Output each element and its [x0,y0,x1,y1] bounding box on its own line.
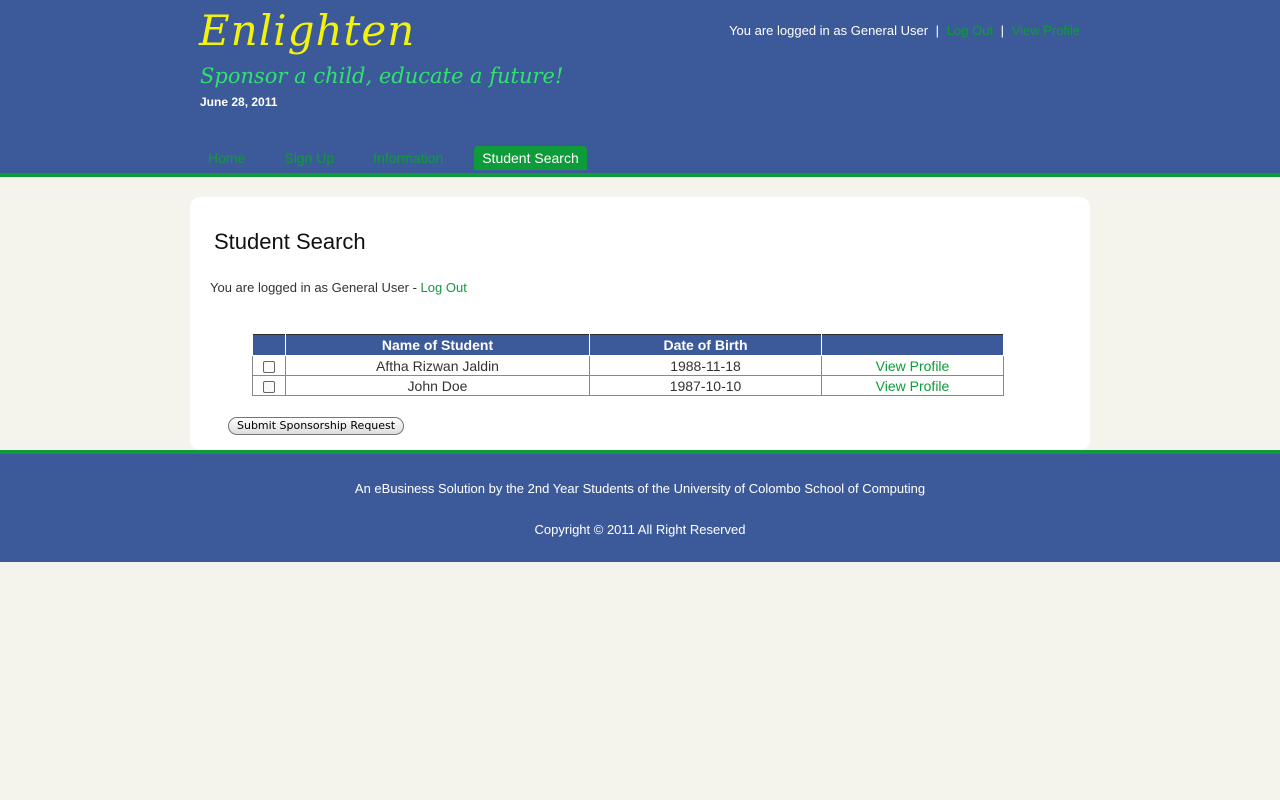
row-select-cell [252,355,286,376]
action-cell: View Profile [821,375,1004,396]
site-tagline: Sponsor a child, educate a future! [200,64,564,88]
student-name: John Doe [285,375,590,396]
nav-item-home[interactable]: Home [200,146,253,170]
submit-sponsorship-button[interactable]: Submit Sponsorship Request [228,417,405,435]
column-header-name: Name of Student [285,334,590,356]
site-logo[interactable]: Enlighten [199,6,415,55]
student-dob: 1988-11-18 [589,355,822,376]
login-status-text: You are logged in as General User - [210,280,421,295]
student-name: Aftha Rizwan Jaldin [285,355,590,376]
column-header-select [252,334,286,356]
student-dob: 1987-10-10 [589,375,822,396]
current-date: June 28, 2011 [200,95,278,109]
main-nav: Home Sign Up Information Student Search [200,146,610,170]
table-header-row: Name of Student Date of Birth [252,334,1004,356]
user-status-bar: You are logged in as General User | Log … [729,23,1080,38]
table-row: Aftha Rizwan Jaldin 1988-11-18 View Prof… [252,355,1004,376]
view-profile-link[interactable]: View Profile [876,378,950,394]
nav-item-information[interactable]: Information [365,146,451,170]
row-select-checkbox[interactable] [263,360,275,373]
column-header-dob: Date of Birth [589,334,822,356]
site-footer: An eBusiness Solution by the 2nd Year St… [0,450,1280,562]
view-profile-link[interactable]: View Profile [876,358,950,374]
footer-credit: An eBusiness Solution by the 2nd Year St… [354,481,926,496]
row-select-cell [252,375,286,396]
separator: | [1000,23,1004,38]
header-logout-link[interactable]: Log Out [947,23,993,38]
row-select-checkbox[interactable] [263,380,275,393]
footer-copyright: Copyright © 2011 All Right Reserved [534,522,746,537]
main-content: Student Search You are logged in as Gene… [190,197,1090,450]
action-cell: View Profile [821,355,1004,376]
separator: | [935,23,940,38]
nav-item-student-search[interactable]: Student Search [474,146,587,170]
student-results-table: Name of Student Date of Birth Aftha Rizw… [252,334,1004,396]
user-status-text: You are logged in as General User [729,23,929,38]
column-header-action [821,334,1004,356]
page-title: Student Search [214,229,366,254]
login-status-line: You are logged in as General User - Log … [210,280,467,295]
header-view-profile-link[interactable]: View Profile [1012,23,1080,38]
content-logout-link[interactable]: Log Out [421,280,467,295]
site-header: Enlighten Sponsor a child, educate a fut… [0,0,1280,177]
nav-item-sign-up[interactable]: Sign Up [276,146,342,170]
table-row: John Doe 1987-10-10 View Profile [252,375,1004,396]
